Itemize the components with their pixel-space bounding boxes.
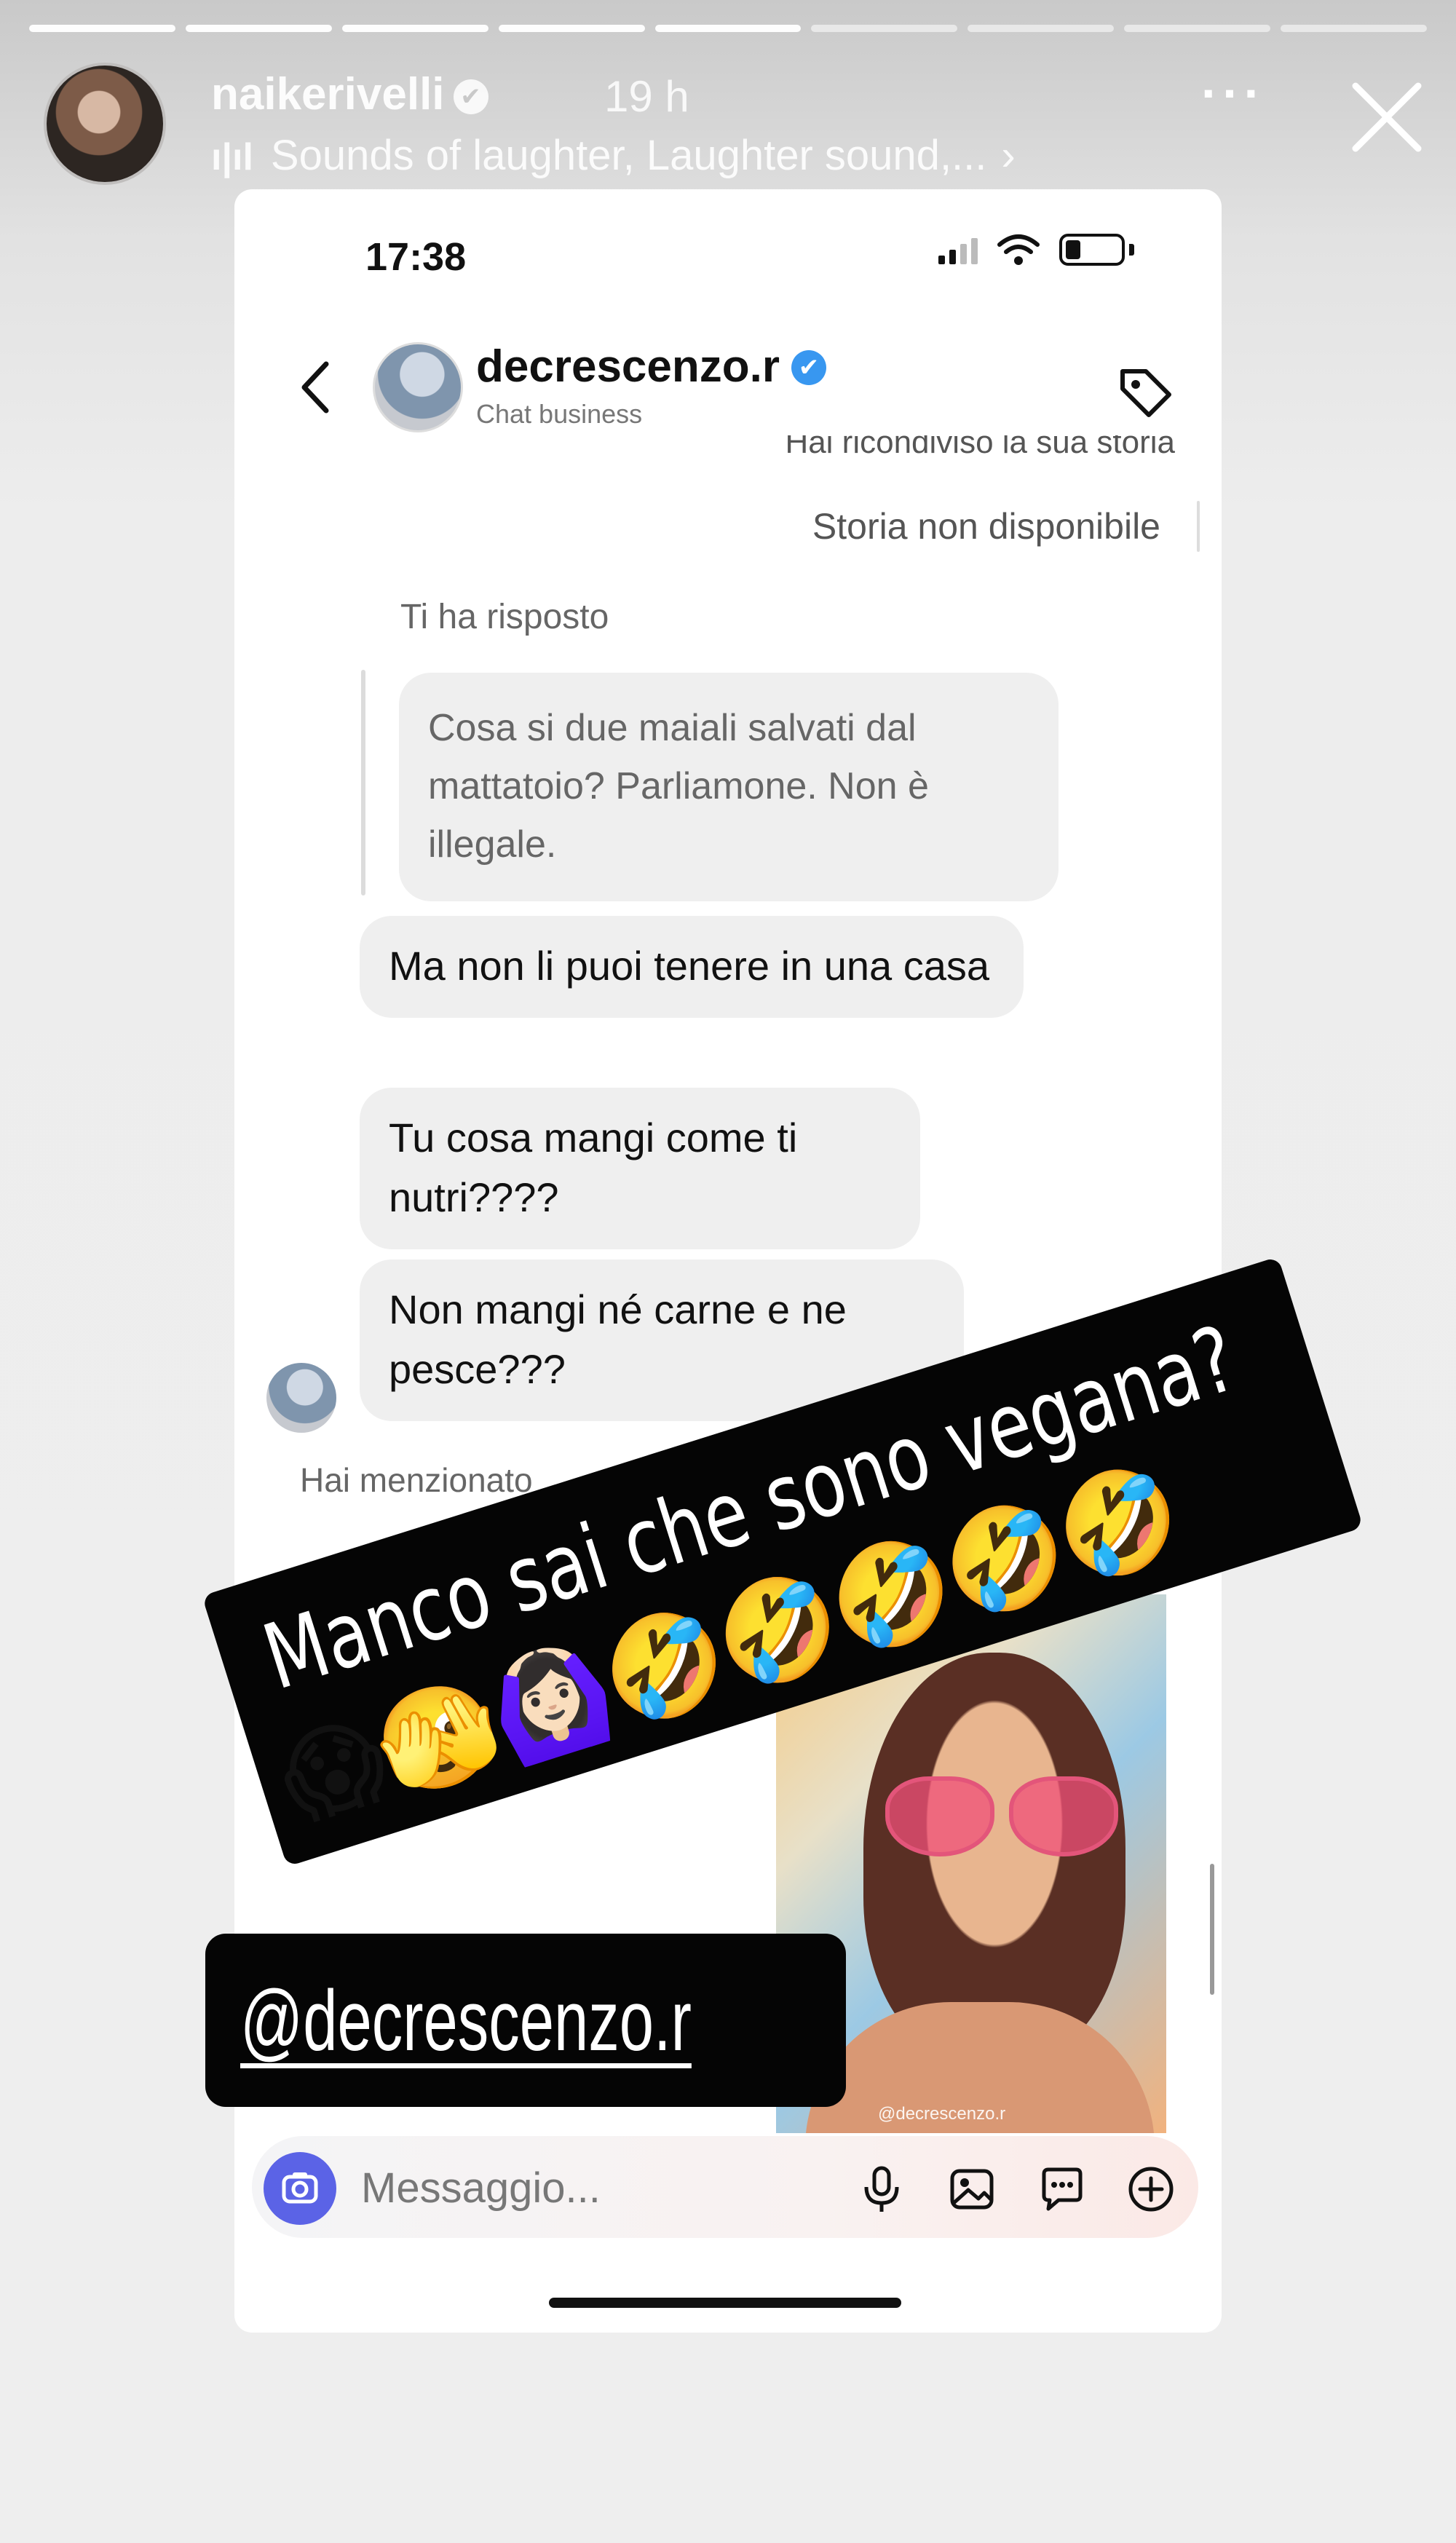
tag-icon[interactable] [1117,364,1175,422]
wifi-icon [997,234,1040,265]
username-text[interactable]: naikerivelli [211,69,445,119]
progress-segment [654,25,802,32]
status-time: 17:38 [365,235,467,279]
chat-contact-name[interactable]: decrescenzo.r ✔ [476,341,826,392]
battery-tip [1129,244,1134,256]
scrollbar[interactable] [1210,1864,1214,1995]
chat-header: decrescenzo.r ✔ Chat business [234,320,1222,444]
music-attribution[interactable]: ı|ıl Sounds of laughter, Laughter sound,.… [211,131,1016,180]
quote-divider [1197,501,1200,552]
progress-segment [1124,25,1271,32]
gallery-icon[interactable] [946,2164,997,2215]
progress-segment [341,25,488,32]
verified-icon: ✔ [791,350,826,385]
progress-segment [185,25,332,32]
back-arrow-icon[interactable] [294,358,338,416]
shared-story-note: Hai ricondiviso la sua storia [785,435,1175,460]
verified-icon: ✔ [453,79,488,114]
mention-sticker[interactable]: @decrescenzo.r [205,1934,846,2107]
quote-divider [361,670,365,895]
mention-note: Hai menzionato [300,1461,533,1499]
plus-circle-icon[interactable] [1125,2164,1176,2215]
microphone-icon[interactable] [856,2164,907,2215]
camera-icon [282,2172,318,2204]
progress-segment [498,25,645,32]
story-avatar[interactable] [44,63,166,185]
camera-button[interactable] [264,2152,336,2225]
progress-segment [1281,25,1428,32]
chevron-right-icon: › [1001,132,1016,179]
video-watermark: @decrescenzo.r [878,2104,1006,2124]
message-input[interactable] [361,2162,827,2213]
close-button[interactable] [1340,70,1434,165]
home-indicator [549,2298,901,2308]
progress-segment [968,25,1115,32]
contact-name-text[interactable]: decrescenzo.r [476,341,780,392]
message-composer [252,2136,1198,2238]
chat-avatar[interactable] [373,342,463,432]
music-title: Sounds of laughter, Laughter sound,... [270,132,987,179]
story-username[interactable]: naikerivelli ✔ [211,68,488,120]
person-photo [863,1653,1125,2060]
close-icon [1352,82,1422,152]
story-header: naikerivelli ✔ 19 h ı|ıl Sounds of laughte… [44,63,1422,186]
progress-segment [811,25,958,32]
quoted-message[interactable]: Cosa si due maiali salvati dal mattatoio… [399,673,1059,901]
sticker-chat-icon[interactable] [1037,2164,1088,2215]
more-options-button[interactable]: ··· [1201,68,1289,122]
message-bubble[interactable]: Tu cosa mangi come ti nutri???? [360,1088,920,1249]
status-icons [938,233,1134,266]
sunglasses [885,1776,1118,1856]
story-unavailable-label: Storia non disponibile [812,506,1160,547]
story-progress-bar [29,25,1428,32]
story-timestamp: 19 h [604,72,689,121]
reply-label: Ti ha risposto [400,598,609,636]
chat-subtitle: Chat business [476,399,643,429]
mention-text[interactable]: @decrescenzo.r [240,1971,692,2071]
message-bubble[interactable]: Ma non li puoi tenere in una casa [360,916,1024,1018]
signal-icon [938,235,978,264]
battery-icon [1059,234,1125,266]
music-bars-icon: ı|ıl [211,136,253,178]
progress-segment [29,25,175,32]
sender-avatar [266,1363,336,1433]
